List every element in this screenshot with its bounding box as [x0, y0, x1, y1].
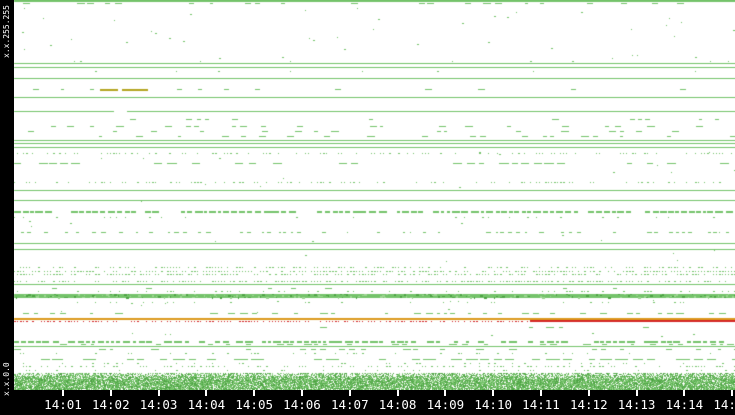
- traffic-plot-canvas: [0, 0, 735, 390]
- traffic-monitor-window: x.x.255.255 x.x.0.0 14:01 14:02 14:03 14:04…: [0, 0, 735, 415]
- x-axis-tick: [348, 390, 351, 396]
- x-tick-label: 14:03: [139, 397, 178, 412]
- x-axis-tick: [205, 390, 208, 396]
- x-tick-label: 14:12: [569, 397, 608, 412]
- y-axis-strip: [0, 0, 14, 390]
- y-axis-bottom-label: x.x.0.0: [2, 362, 11, 396]
- x-axis-tick: [635, 390, 638, 396]
- x-axis-tick: [683, 390, 686, 396]
- x-axis-tick: [587, 390, 590, 396]
- x-axis-bar: 14:01 14:02 14:03 14:04 14:05 14:06 14:07 14:08…: [0, 390, 735, 415]
- x-tick-label: 14:04: [187, 397, 226, 412]
- x-axis-tick: [301, 390, 303, 396]
- x-axis-tick: [109, 390, 112, 396]
- x-axis-tick: [157, 390, 160, 396]
- x-axis-tick: [444, 390, 447, 396]
- x-tick-label: 14:02: [91, 397, 130, 412]
- x-tick-label: 14:10: [474, 397, 513, 412]
- x-tick-label: 14:07: [330, 397, 369, 412]
- x-axis-tick: [253, 390, 256, 396]
- y-axis-top-label: x.x.255.255: [2, 5, 11, 58]
- x-axis-tick: [540, 390, 542, 396]
- x-tick-label: 14:01: [44, 397, 82, 412]
- x-tick-label: 14:06: [283, 397, 321, 412]
- x-tick-label: 14:11: [522, 397, 560, 412]
- x-tick-label: 14:05: [235, 397, 274, 412]
- x-tick-label: 14:13: [617, 397, 656, 412]
- x-tick-label: 14:08: [378, 397, 417, 412]
- x-tick-label: 14:09: [426, 397, 465, 412]
- x-axis-tick: [62, 390, 64, 396]
- x-tick-label: 14:15: [713, 397, 735, 412]
- x-tick-label: 14:14: [665, 397, 704, 412]
- x-axis-tick: [396, 390, 399, 396]
- x-axis-tick: [731, 390, 734, 396]
- x-axis-tick: [492, 390, 495, 396]
